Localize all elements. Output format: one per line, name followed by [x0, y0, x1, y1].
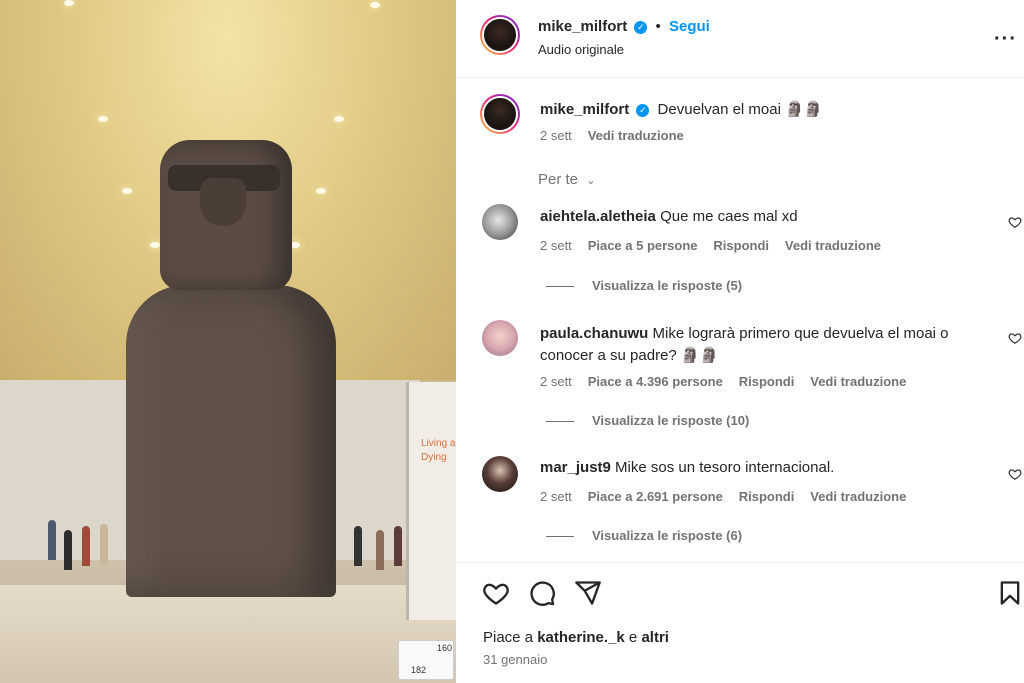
- comment-reply-button[interactable]: Rispondi: [739, 374, 795, 389]
- caption-text: Devuelvan el moai 🗿🗿: [657, 101, 823, 118]
- visitor-figure: [64, 530, 72, 570]
- ceiling-light: [150, 242, 160, 248]
- comment-translate-link[interactable]: Vedi traduzione: [810, 374, 906, 389]
- comment-likes-count[interactable]: Piace a 5 persone: [588, 238, 698, 253]
- sticker-number-a: 182: [411, 665, 427, 675]
- follow-button[interactable]: Segui: [669, 18, 710, 35]
- comment-text: Mike sos un tesoro internacional.: [615, 459, 835, 476]
- comment-timestamp[interactable]: 2 sett: [540, 238, 572, 253]
- comment-timestamp[interactable]: 2 sett: [540, 489, 572, 504]
- separator-dot: •: [655, 18, 661, 35]
- visitor-figure: [100, 524, 108, 564]
- likes-username[interactable]: katherine._k: [537, 629, 625, 646]
- comment-icon[interactable]: [528, 579, 556, 607]
- verified-badge-icon: ✓: [634, 20, 648, 34]
- comment-avatar[interactable]: [482, 320, 518, 356]
- comment-username[interactable]: mar_just9: [540, 459, 611, 476]
- caption-translate-link[interactable]: Vedi traduzione: [588, 128, 684, 143]
- bookmark-icon[interactable]: [996, 579, 1024, 607]
- author-avatar[interactable]: [480, 15, 520, 55]
- heart-icon[interactable]: [482, 579, 510, 607]
- likes-join: e: [624, 629, 642, 646]
- author-username[interactable]: mike_milfort: [538, 18, 627, 35]
- post-date[interactable]: 31 gennaio: [483, 652, 547, 667]
- comment-timestamp[interactable]: 2 sett: [540, 374, 572, 389]
- audio-guide-sticker: 182 160: [398, 640, 454, 680]
- view-replies-link[interactable]: Visualizza le risposte (6): [546, 528, 742, 543]
- comment-likes-count[interactable]: Piace a 2.691 persone: [588, 489, 723, 504]
- exhibit-sign-line2: Dying: [421, 452, 447, 463]
- post-actions-bar: Piace a katherine._k e altri 31 gennaio: [456, 562, 1024, 683]
- comment-translate-link[interactable]: Vedi traduzione: [810, 489, 906, 504]
- verified-badge-icon: ✓: [636, 103, 650, 117]
- audio-label[interactable]: Audio originale: [538, 42, 624, 57]
- exhibit-sign-line1: Living a: [421, 438, 456, 449]
- comment-filter-dropdown[interactable]: Per te ⌄: [538, 171, 595, 188]
- post-photo[interactable]: Living a Dying 182 160: [0, 0, 456, 683]
- moai-statue-nose: [200, 178, 246, 226]
- send-icon[interactable]: [574, 579, 602, 607]
- sticker-number-b: 160: [437, 643, 453, 653]
- ceiling-light: [334, 116, 344, 122]
- caption-timestamp[interactable]: 2 sett: [540, 128, 572, 143]
- ceiling-light: [64, 0, 74, 6]
- likes-prefix: Piace a: [483, 629, 538, 646]
- ceiling-light: [98, 116, 108, 122]
- visitor-figure: [48, 520, 56, 560]
- heart-icon[interactable]: [1008, 331, 1022, 345]
- visitor-figure: [82, 526, 90, 566]
- exhibit-sign: Living a Dying: [406, 382, 456, 620]
- post-header: mike_milfort ✓ • Segui Audio originale ·…: [456, 0, 1024, 78]
- ceiling-light: [122, 188, 132, 194]
- likes-summary[interactable]: Piace a katherine._k e altri: [483, 629, 669, 646]
- comment-avatar[interactable]: [482, 204, 518, 240]
- moai-statue-body: [126, 285, 336, 597]
- comment-translate-link[interactable]: Vedi traduzione: [785, 238, 881, 253]
- comment-reply-button[interactable]: Rispondi: [713, 238, 769, 253]
- comment-likes-count[interactable]: Piace a 4.396 persone: [588, 374, 723, 389]
- ceiling-light: [370, 2, 380, 8]
- more-horizontal-icon[interactable]: ···: [994, 28, 1017, 51]
- comment-text: Mike lograrà primero que devuelva el moa…: [652, 325, 949, 342]
- visitor-figure: [354, 526, 362, 566]
- ceiling-light: [316, 188, 326, 194]
- heart-icon[interactable]: [1008, 467, 1022, 481]
- comment-filter-label: Per te: [538, 171, 579, 188]
- comment-avatar[interactable]: [482, 456, 518, 492]
- visitor-figure: [376, 530, 384, 570]
- chevron-down-icon: ⌄: [586, 175, 596, 187]
- caption-author-avatar[interactable]: [480, 94, 520, 134]
- likes-others[interactable]: altri: [641, 629, 669, 646]
- comment-username[interactable]: aiehtela.aletheia: [540, 208, 656, 225]
- comment-reply-button[interactable]: Rispondi: [739, 489, 795, 504]
- comment-username[interactable]: paula.chanuwu: [540, 325, 648, 342]
- visitor-figure: [394, 526, 402, 566]
- post-side-panel: mike_milfort ✓ • Segui Audio originale ·…: [456, 0, 1024, 683]
- view-replies-link[interactable]: Visualizza le risposte (5): [546, 278, 742, 293]
- statue-plinth: [0, 585, 456, 683]
- view-replies-link[interactable]: Visualizza le risposte (10): [546, 413, 749, 428]
- heart-icon[interactable]: [1008, 215, 1022, 229]
- comment-text-continued: conocer a su padre? 🗿🗿: [540, 347, 719, 364]
- comment-text: Que me caes mal xd: [660, 208, 798, 225]
- caption-author-username[interactable]: mike_milfort: [540, 101, 629, 118]
